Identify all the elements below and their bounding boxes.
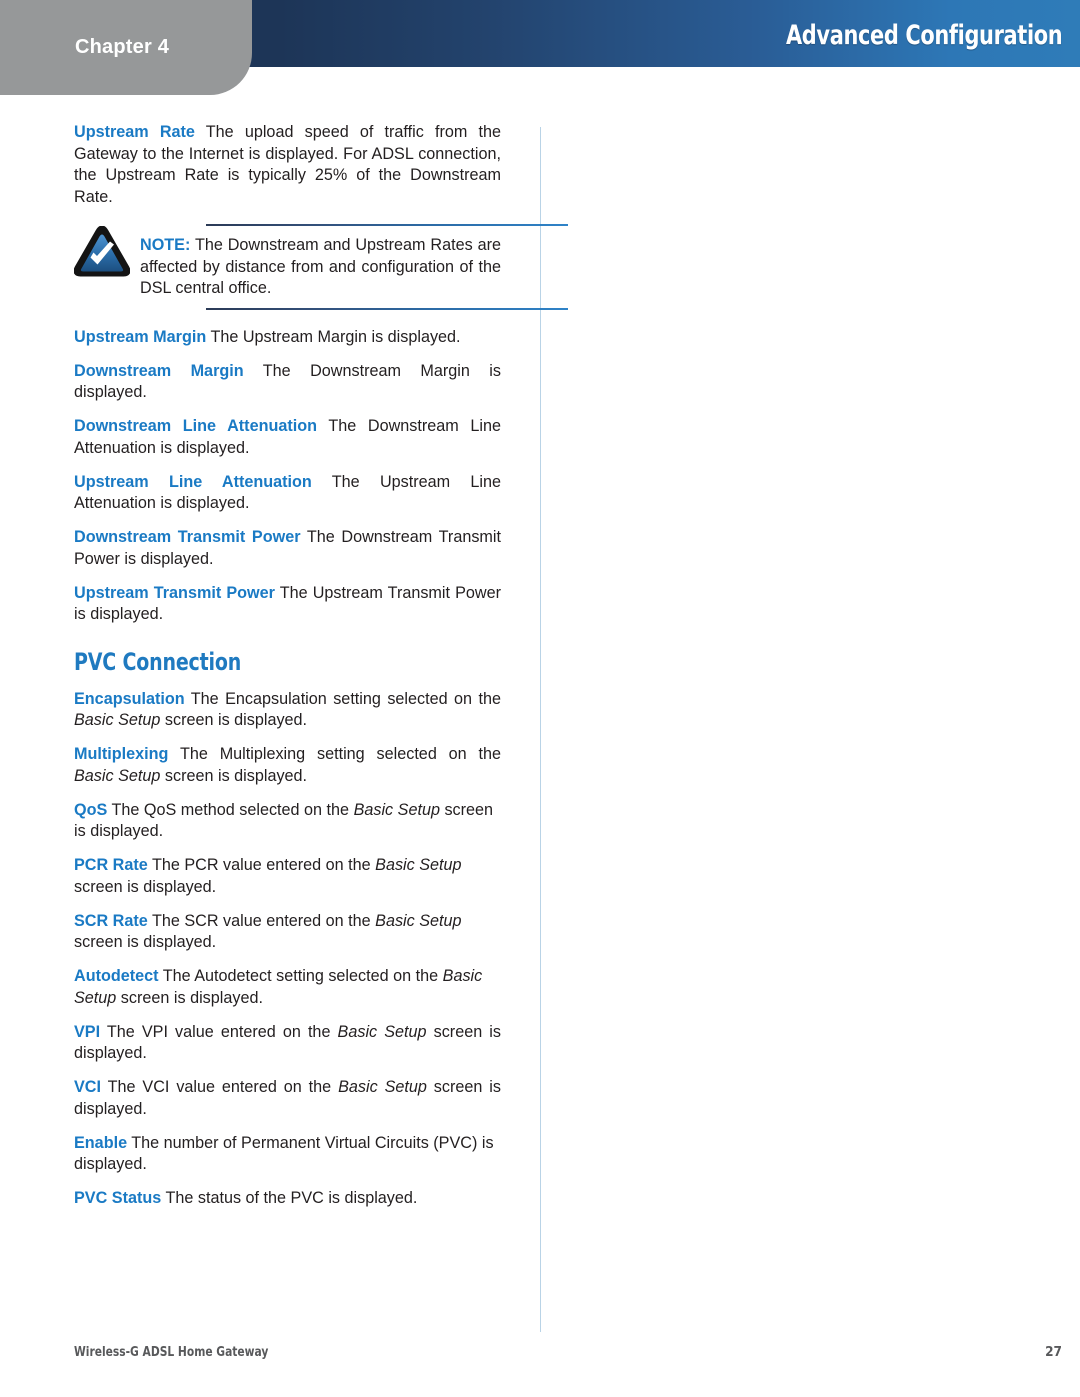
page-title: Advanced Configuration <box>785 20 1063 51</box>
italic-basic-setup-vpi: Basic Setup <box>337 1022 427 1041</box>
text-encapsulation-1: The Encapsulation setting selected on th… <box>184 689 501 708</box>
paragraph-upstream-margin: Upstream Margin The Upstream Margin is d… <box>74 327 501 349</box>
text-multiplexing-1: The Multiplexing setting selected on the <box>168 745 501 763</box>
paragraph-pcr-rate: PCR Rate The PCR value entered on the Ba… <box>74 855 501 898</box>
paragraph-downstream-line-attenuation: Downstream Line Attenuation The Downstre… <box>74 416 501 459</box>
term-scr-rate: SCR Rate <box>74 911 148 930</box>
paragraph-vpi: VPI The VPI value entered on the Basic S… <box>74 1022 501 1065</box>
term-encapsulation: Encapsulation <box>74 689 185 708</box>
italic-basic-setup-vci: Basic Setup <box>338 1078 427 1096</box>
note-rule-top <box>206 224 568 226</box>
term-upstream-line-attenuation: Upstream Line Attenuation <box>74 472 312 491</box>
paragraph-downstream-transmit-power: Downstream Transmit Power The Downstream… <box>74 527 501 570</box>
note-body: The Downstream and Upstream Rates are af… <box>140 236 501 297</box>
text-vci-1: The VCI value entered on the <box>101 1078 339 1096</box>
text-scr-rate-1: The SCR value entered on the <box>147 911 376 930</box>
italic-basic-setup-pcr: Basic Setup <box>375 856 462 874</box>
term-autodetect: Autodetect <box>74 967 159 985</box>
note-text: NOTE: The Downstream and Upstream Rates … <box>140 235 501 300</box>
note-label: NOTE: <box>140 236 191 254</box>
term-downstream-transmit-power: Downstream Transmit Power <box>74 528 301 546</box>
paragraph-upstream-transmit-power: Upstream Transmit Power The Upstream Tra… <box>74 583 501 626</box>
text-encapsulation-2: screen is displayed. <box>160 711 308 729</box>
note-callout: NOTE: The Downstream and Upstream Rates … <box>73 224 568 310</box>
text-enable: The number of Permanent Virtual Circuits… <box>74 1133 494 1174</box>
text-pcr-rate-1: The PCR value entered on the <box>147 856 376 874</box>
term-upstream-margin: Upstream Margin <box>74 327 207 346</box>
paragraph-autodetect: Autodetect The Autodetect setting select… <box>74 966 501 1009</box>
footer-product-name: Wireless-G ADSL Home Gateway <box>74 1344 269 1360</box>
text-qos-1: The QoS method selected on the <box>107 800 354 819</box>
text-multiplexing-2: screen is displayed. <box>160 766 308 785</box>
term-qos: QoS <box>74 800 108 819</box>
chapter-tab: Chapter 4 <box>0 0 252 95</box>
paragraph-upstream-rate: Upstream Rate The upload speed of traffi… <box>74 122 501 208</box>
paragraph-pvc-status: PVC Status The status of the PVC is disp… <box>74 1188 501 1210</box>
paragraph-multiplexing: Multiplexing The Multiplexing setting se… <box>74 744 501 787</box>
paragraph-upstream-line-attenuation: Upstream Line Attenuation The Upstream L… <box>74 472 501 515</box>
paragraph-enable: Enable The number of Permanent Virtual C… <box>74 1133 501 1176</box>
text-pcr-rate-2: screen is displayed. <box>74 877 217 896</box>
italic-basic-setup-encapsulation: Basic Setup <box>74 711 161 729</box>
page-header: Advanced Configuration Chapter 4 <box>0 0 1080 96</box>
term-upstream-transmit-power: Upstream Transmit Power <box>74 583 275 602</box>
term-multiplexing: Multiplexing <box>74 745 169 763</box>
section-heading-pvc-connection: PVC Connection <box>74 647 242 676</box>
text-autodetect-2: screen is displayed. <box>116 988 263 1007</box>
term-vci: VCI <box>74 1078 101 1096</box>
term-pvc-status: PVC Status <box>74 1189 162 1207</box>
footer-page-number: 27 <box>1045 1344 1062 1360</box>
page-footer: Wireless-G ADSL Home Gateway 27 <box>74 1344 1062 1368</box>
term-upstream-rate: Upstream Rate <box>74 123 195 141</box>
paragraph-scr-rate: SCR Rate The SCR value entered on the Ba… <box>74 911 501 954</box>
text-vpi-1: The VPI value entered on the <box>100 1022 338 1041</box>
text-pvc-status: The status of the PVC is displayed. <box>161 1189 418 1207</box>
paragraph-qos: QoS The QoS method selected on the Basic… <box>74 800 501 843</box>
term-vpi: VPI <box>74 1022 101 1041</box>
paragraph-downstream-margin: Downstream Margin The Downstream Margin … <box>74 361 501 404</box>
term-downstream-margin: Downstream Margin <box>74 361 244 380</box>
text-upstream-margin: The Upstream Margin is displayed. <box>206 327 461 346</box>
italic-basic-setup-scr: Basic Setup <box>375 911 462 930</box>
paragraph-vci: VCI The VCI value entered on the Basic S… <box>74 1077 501 1120</box>
term-enable: Enable <box>74 1133 128 1152</box>
content-column: Upstream Rate The upload speed of traffi… <box>73 122 568 1210</box>
text-scr-rate-2: screen is displayed. <box>74 933 217 951</box>
term-downstream-line-attenuation: Downstream Line Attenuation <box>74 417 318 435</box>
note-rule-bottom <box>206 307 568 310</box>
note-check-triangle-icon <box>73 225 131 278</box>
paragraph-encapsulation: Encapsulation The Encapsulation setting … <box>74 689 501 732</box>
text-autodetect-1: The Autodetect setting selected on the <box>158 967 443 985</box>
italic-basic-setup-qos: Basic Setup <box>353 800 440 819</box>
chapter-label: Chapter 4 <box>75 36 170 58</box>
term-pcr-rate: PCR Rate <box>74 856 148 874</box>
italic-basic-setup-multiplexing: Basic Setup <box>74 766 161 785</box>
